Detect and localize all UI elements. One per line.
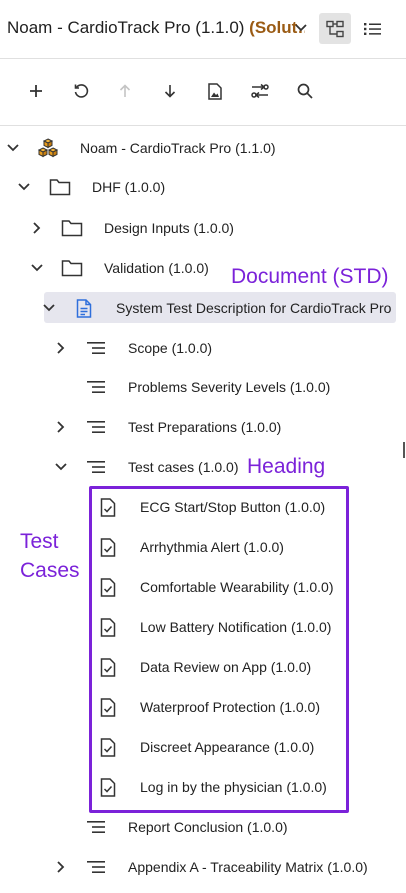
chevron-right-icon[interactable] xyxy=(29,220,45,236)
search-icon[interactable] xyxy=(293,79,317,103)
tree-row-label: Design Inputs (1.0.0) xyxy=(104,220,234,236)
compare-icon[interactable] xyxy=(248,79,272,103)
chevron-down-icon[interactable] xyxy=(29,260,45,276)
add-icon[interactable] xyxy=(24,79,48,103)
chevron-down-icon[interactable] xyxy=(16,179,32,195)
list-view-icon[interactable] xyxy=(358,16,386,42)
chevron-down-icon[interactable] xyxy=(41,300,57,316)
project-title[interactable]: Noam - CardioTrack Pro (1.1.0) (Solut… xyxy=(7,17,305,39)
tree-row-label: Validation (1.0.0) xyxy=(104,260,209,276)
tree-row[interactable]: Scope (1.0.0) xyxy=(0,328,406,368)
tree-row-label: Test Preparations (1.0.0) xyxy=(128,419,282,435)
heading-icon xyxy=(85,377,107,397)
tree-row-label: Report Conclusion (1.0.0) xyxy=(128,819,288,835)
image-doc-icon[interactable] xyxy=(203,79,227,103)
tree-row-label: System Test Description for CardioTrack … xyxy=(116,300,392,316)
tree-row[interactable]: Test cases (1.0.0) xyxy=(0,447,406,487)
folder-icon xyxy=(49,177,71,197)
annotation-test-cases-line1: Test xyxy=(20,530,59,553)
refresh-icon[interactable] xyxy=(69,79,93,103)
tree-row[interactable]: DHF (1.0.0) xyxy=(0,167,406,207)
chevron-down-icon[interactable] xyxy=(293,18,309,38)
tree-row[interactable]: Noam - CardioTrack Pro (1.1.0) xyxy=(0,128,406,168)
chevron-right-icon[interactable] xyxy=(53,859,69,875)
toolbar-divider xyxy=(0,125,406,126)
annotation-test-cases-line2: Cases xyxy=(20,559,80,582)
header-divider xyxy=(0,58,406,59)
tree-row[interactable]: Test Preparations (1.0.0) xyxy=(0,407,406,447)
document-icon xyxy=(73,298,95,318)
app-header: Noam - CardioTrack Pro (1.1.0) (Solut… xyxy=(0,0,406,58)
heading-icon xyxy=(85,817,107,837)
heading-icon xyxy=(85,417,107,437)
tree-view-icon[interactable] xyxy=(319,13,351,44)
tree-row-label: Appendix A - Traceability Matrix (1.0.0) xyxy=(128,859,368,875)
scrollbar[interactable] xyxy=(403,442,405,458)
tree-row[interactable]: Appendix A - Traceability Matrix (1.0.0) xyxy=(0,847,406,887)
folder-icon xyxy=(61,218,83,238)
tree-row-label: DHF (1.0.0) xyxy=(92,179,166,195)
tree-row-label: Test cases (1.0.0) xyxy=(128,459,239,475)
heading-icon xyxy=(85,338,107,358)
tree-row-label: Problems Severity Levels (1.0.0) xyxy=(128,379,331,395)
tree-row[interactable]: System Test Description for CardioTrack … xyxy=(0,288,406,328)
tree-row-label: Scope (1.0.0) xyxy=(128,340,213,356)
move-up-icon[interactable] xyxy=(113,79,137,103)
chevron-down-icon[interactable] xyxy=(5,140,21,156)
heading-icon xyxy=(85,457,107,477)
tree-row[interactable]: Report Conclusion (1.0.0) xyxy=(0,807,406,847)
test-cases-highlight-box xyxy=(89,486,349,813)
chevron-right-icon[interactable] xyxy=(53,340,69,356)
chevron-down-icon[interactable] xyxy=(53,459,69,475)
move-down-icon[interactable] xyxy=(158,79,182,103)
annotation-document: Document (STD) xyxy=(231,265,389,288)
tree-row-label: Noam - CardioTrack Pro (1.1.0) xyxy=(80,140,276,156)
tree-row[interactable]: Design Inputs (1.0.0) xyxy=(0,208,406,248)
project-title-main: Noam - CardioTrack Pro (1.1.0) xyxy=(7,18,250,37)
folder-icon xyxy=(61,258,83,278)
annotation-heading: Heading xyxy=(247,455,326,478)
tree-row[interactable]: Problems Severity Levels (1.0.0) xyxy=(0,367,406,407)
chevron-right-icon[interactable] xyxy=(53,419,69,435)
product-cubes-icon xyxy=(37,138,59,158)
heading-icon xyxy=(85,857,107,877)
